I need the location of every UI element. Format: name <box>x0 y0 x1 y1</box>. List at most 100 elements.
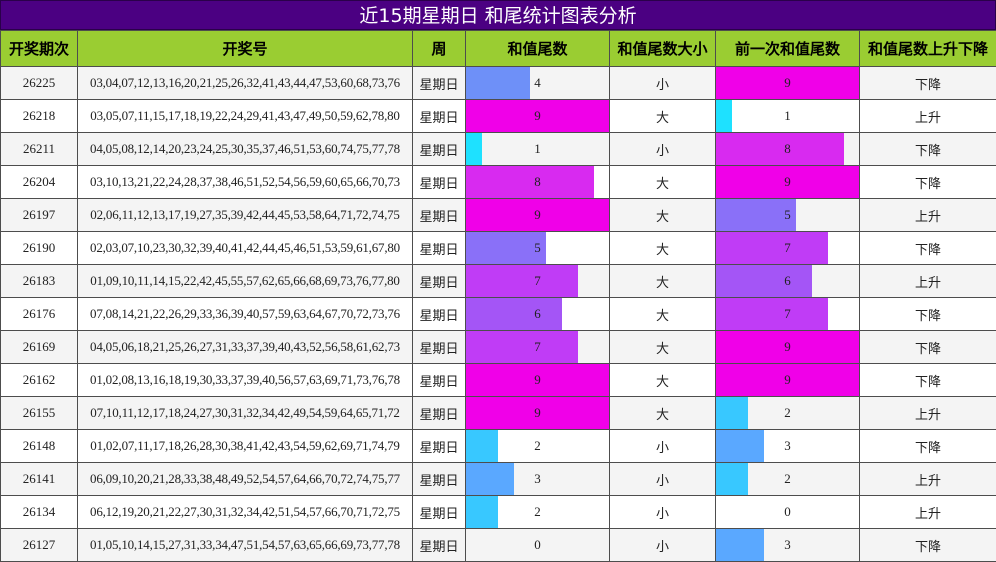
cell-size: 大 <box>609 198 716 232</box>
cell-tail: 4 <box>465 66 610 100</box>
cell-prev-tail-value: 8 <box>784 141 791 156</box>
cell-size: 小 <box>609 495 716 529</box>
cell-tail: 7 <box>465 264 610 298</box>
cell-prev-tail-bar <box>716 265 812 297</box>
cell-prev-tail-value: 3 <box>784 438 791 453</box>
table-body: 26225 03,04,07,12,13,16,20,21,25,26,32,41… <box>0 66 996 562</box>
cell-issue: 26155 <box>0 396 78 430</box>
cell-prev-tail-value: 2 <box>784 405 791 420</box>
cell-prev-tail-value: 2 <box>784 471 791 486</box>
cell-numbers: 04,05,06,18,21,25,26,27,31,33,37,39,40,4… <box>77 330 413 364</box>
cell-prev-tail-bar <box>716 298 828 330</box>
cell-size: 大 <box>609 99 716 133</box>
cell-week: 星期日 <box>412 264 466 298</box>
cell-week: 星期日 <box>412 165 466 199</box>
cell-tail: 7 <box>465 330 610 364</box>
table-row: 26141 06,09,10,20,21,28,33,38,48,49,52,54… <box>0 462 996 496</box>
cell-tail-value: 6 <box>534 306 541 321</box>
cell-tail: 6 <box>465 297 610 331</box>
cell-issue: 26134 <box>0 495 78 529</box>
table-row: 26127 01,05,10,14,15,27,31,33,34,47,51,54… <box>0 528 996 562</box>
cell-prev-tail: 3 <box>715 528 860 562</box>
cell-issue: 26211 <box>0 132 78 166</box>
table-row: 26162 01,02,08,13,16,18,19,30,33,37,39,40… <box>0 363 996 397</box>
cell-trend: 下降 <box>859 132 996 166</box>
cell-tail-value: 5 <box>534 240 541 255</box>
cell-prev-tail-value: 9 <box>784 75 791 90</box>
cell-week: 星期日 <box>412 396 466 430</box>
page-title: 近15期星期日 和尾统计图表分析 <box>0 0 996 30</box>
cell-issue: 26127 <box>0 528 78 562</box>
table-row: 26225 03,04,07,12,13,16,20,21,25,26,32,41… <box>0 66 996 100</box>
table-row: 26197 02,06,11,12,13,17,19,27,35,39,42,44… <box>0 198 996 232</box>
cell-trend: 上升 <box>859 99 996 133</box>
table-row: 26155 07,10,11,12,17,18,24,27,30,31,32,34… <box>0 396 996 430</box>
cell-issue: 26218 <box>0 99 78 133</box>
cell-prev-tail: 1 <box>715 99 860 133</box>
cell-prev-tail: 2 <box>715 396 860 430</box>
cell-week: 星期日 <box>412 66 466 100</box>
header-tail: 和值尾数 <box>465 30 610 67</box>
cell-tail-value: 2 <box>534 504 541 519</box>
cell-prev-tail: 9 <box>715 66 860 100</box>
cell-prev-tail-bar <box>716 463 748 495</box>
cell-tail-value: 9 <box>534 207 541 222</box>
cell-week: 星期日 <box>412 363 466 397</box>
cell-size: 大 <box>609 396 716 430</box>
cell-prev-tail-bar <box>716 232 828 264</box>
cell-tail: 5 <box>465 231 610 265</box>
cell-tail-value: 8 <box>534 174 541 189</box>
cell-trend: 下降 <box>859 429 996 463</box>
header-issue: 开奖期次 <box>0 30 78 67</box>
cell-prev-tail: 5 <box>715 198 860 232</box>
cell-prev-tail-value: 9 <box>784 372 791 387</box>
cell-size: 小 <box>609 462 716 496</box>
cell-tail-bar <box>466 463 514 495</box>
cell-prev-tail: 2 <box>715 462 860 496</box>
cell-week: 星期日 <box>412 462 466 496</box>
cell-trend: 下降 <box>859 330 996 364</box>
cell-issue: 26190 <box>0 231 78 265</box>
cell-week: 星期日 <box>412 330 466 364</box>
table-header-row: 开奖期次 开奖号 周 和值尾数 和值尾数大小 前一次和值尾数 和值尾数上升下降 <box>0 30 996 67</box>
cell-tail: 1 <box>465 132 610 166</box>
cell-week: 星期日 <box>412 99 466 133</box>
cell-tail-value: 9 <box>534 108 541 123</box>
cell-numbers: 01,05,10,14,15,27,31,33,34,47,51,54,57,6… <box>77 528 413 562</box>
cell-tail-value: 0 <box>534 537 541 552</box>
cell-tail: 9 <box>465 363 610 397</box>
cell-week: 星期日 <box>412 231 466 265</box>
cell-tail: 9 <box>465 99 610 133</box>
cell-numbers: 01,09,10,11,14,15,22,42,45,55,57,62,65,6… <box>77 264 413 298</box>
cell-issue: 26169 <box>0 330 78 364</box>
cell-trend: 下降 <box>859 528 996 562</box>
cell-prev-tail-value: 5 <box>784 207 791 222</box>
cell-prev-tail-value: 6 <box>784 273 791 288</box>
cell-tail: 3 <box>465 462 610 496</box>
cell-tail-bar <box>466 133 482 165</box>
cell-tail-value: 9 <box>534 405 541 420</box>
cell-numbers: 07,10,11,12,17,18,24,27,30,31,32,34,42,4… <box>77 396 413 430</box>
cell-trend: 上升 <box>859 462 996 496</box>
cell-week: 星期日 <box>412 297 466 331</box>
cell-trend: 下降 <box>859 66 996 100</box>
cell-tail-value: 7 <box>534 339 541 354</box>
cell-tail: 9 <box>465 198 610 232</box>
cell-tail-value: 7 <box>534 273 541 288</box>
cell-size: 大 <box>609 330 716 364</box>
cell-numbers: 01,02,08,13,16,18,19,30,33,37,39,40,56,5… <box>77 363 413 397</box>
cell-prev-tail-value: 3 <box>784 537 791 552</box>
cell-numbers: 01,02,07,11,17,18,26,28,30,38,41,42,43,5… <box>77 429 413 463</box>
table-row: 26211 04,05,08,12,14,20,23,24,25,30,35,37… <box>0 132 996 166</box>
cell-week: 星期日 <box>412 429 466 463</box>
table-row: 26148 01,02,07,11,17,18,26,28,30,38,41,42… <box>0 429 996 463</box>
cell-issue: 26204 <box>0 165 78 199</box>
cell-prev-tail: 9 <box>715 165 860 199</box>
cell-issue: 26148 <box>0 429 78 463</box>
cell-week: 星期日 <box>412 495 466 529</box>
cell-prev-tail: 9 <box>715 330 860 364</box>
cell-tail-bar <box>466 166 594 198</box>
cell-tail-bar <box>466 298 562 330</box>
header-trend: 和值尾数上升下降 <box>859 30 996 67</box>
cell-prev-tail: 8 <box>715 132 860 166</box>
